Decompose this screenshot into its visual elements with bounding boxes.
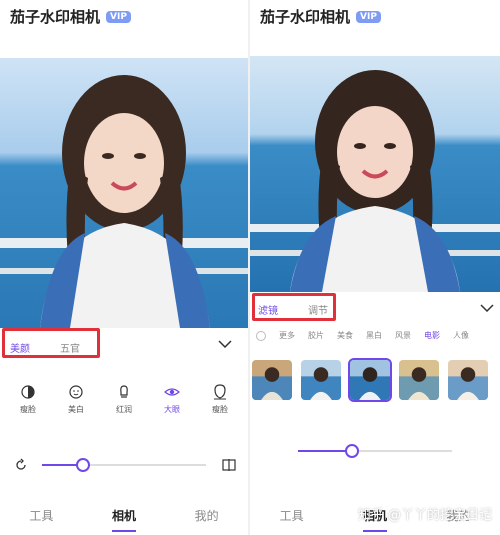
filter-category-active[interactable]: 电影 xyxy=(424,330,440,341)
filter-category[interactable]: 风景 xyxy=(395,330,411,341)
filter-thumbnails xyxy=(250,358,490,402)
tool-big-eyes[interactable]: 大眼 xyxy=(152,384,192,415)
app-title-text: 茄子水印相机 xyxy=(10,8,101,26)
filter-thumbnail[interactable] xyxy=(250,358,294,402)
slider-fill xyxy=(298,450,352,452)
filter-category[interactable]: 美食 xyxy=(337,330,353,341)
tool-whiten[interactable]: 美白 xyxy=(56,384,96,415)
chevron-down-icon[interactable] xyxy=(218,340,232,348)
tool-label: 红润 xyxy=(116,405,132,414)
tool-label: 瘦脸 xyxy=(20,405,36,414)
bulb-icon xyxy=(120,385,128,398)
face-icon xyxy=(69,385,83,399)
watermark-text: 知乎 @丫丫的挖宝日记 xyxy=(357,508,492,523)
no-filter-icon[interactable] xyxy=(256,330,266,341)
tool-rosy[interactable]: 红润 xyxy=(104,384,144,415)
reset-icon[interactable] xyxy=(14,458,28,472)
vip-badge[interactable]: VIP xyxy=(356,10,381,23)
filter-category[interactable]: 更多 xyxy=(279,330,295,341)
filter-thumbnail[interactable] xyxy=(397,358,441,402)
slider-knob[interactable] xyxy=(344,444,359,458)
compare-icon[interactable] xyxy=(222,458,236,472)
tool-label: 瘦脸 xyxy=(212,405,228,414)
eye-icon xyxy=(164,388,180,396)
app-title: 茄子水印相机 VIP xyxy=(260,6,381,27)
screenshot-root: 茄子水印相机 VIP 美颜 五官 瘦脸 美白 红润 大眼 瘦脸 工具 相机 我的… xyxy=(0,0,500,535)
nav-tools[interactable]: 工具 xyxy=(280,507,304,524)
slider-knob[interactable] xyxy=(76,458,90,472)
tool-slim-face[interactable]: 瘦脸 xyxy=(200,384,240,415)
bottom-nav-left: 工具 相机 我的 xyxy=(0,495,248,535)
filter-thumbnail-selected[interactable] xyxy=(348,358,392,402)
portrait-photo xyxy=(0,58,248,328)
right-panel: 茄子水印相机 VIP 滤镜 调节 更多 胶片 美食 黑白 风景 电影 人像 工具… xyxy=(250,0,500,535)
filter-slider[interactable] xyxy=(298,444,452,458)
tool-label: 大眼 xyxy=(164,405,180,414)
contrast-icon xyxy=(21,385,35,399)
beauty-slider-row xyxy=(14,458,236,472)
nav-camera[interactable]: 相机 xyxy=(112,507,136,524)
chevron-down-icon[interactable] xyxy=(480,304,494,312)
beauty-tools: 瘦脸 美白 红润 大眼 瘦脸 xyxy=(8,384,240,415)
filter-slider-row xyxy=(298,444,452,458)
filter-thumbnail[interactable] xyxy=(446,358,490,402)
tool-label: 美白 xyxy=(68,405,84,414)
filter-categories: 更多 胶片 美食 黑白 风景 电影 人像 xyxy=(256,330,500,341)
filter-thumbnail[interactable] xyxy=(299,358,343,402)
filter-category[interactable]: 胶片 xyxy=(308,330,324,341)
beauty-slider[interactable] xyxy=(42,458,206,472)
vip-badge[interactable]: VIP xyxy=(106,10,131,23)
app-title-text: 茄子水印相机 xyxy=(260,8,351,26)
highlight-box-right xyxy=(252,293,336,321)
highlight-box-left xyxy=(2,328,100,358)
portrait-photo xyxy=(250,56,500,292)
nav-tools[interactable]: 工具 xyxy=(29,507,53,524)
nav-mine[interactable]: 我的 xyxy=(195,507,219,524)
filter-category[interactable]: 人像 xyxy=(453,330,469,341)
tool-smooth[interactable]: 瘦脸 xyxy=(8,384,48,415)
app-title: 茄子水印相机 VIP xyxy=(10,6,131,27)
filter-category[interactable]: 黑白 xyxy=(366,330,382,341)
left-panel: 茄子水印相机 VIP 美颜 五官 瘦脸 美白 红润 大眼 瘦脸 工具 相机 我的 xyxy=(0,0,248,535)
chin-icon xyxy=(214,384,226,400)
